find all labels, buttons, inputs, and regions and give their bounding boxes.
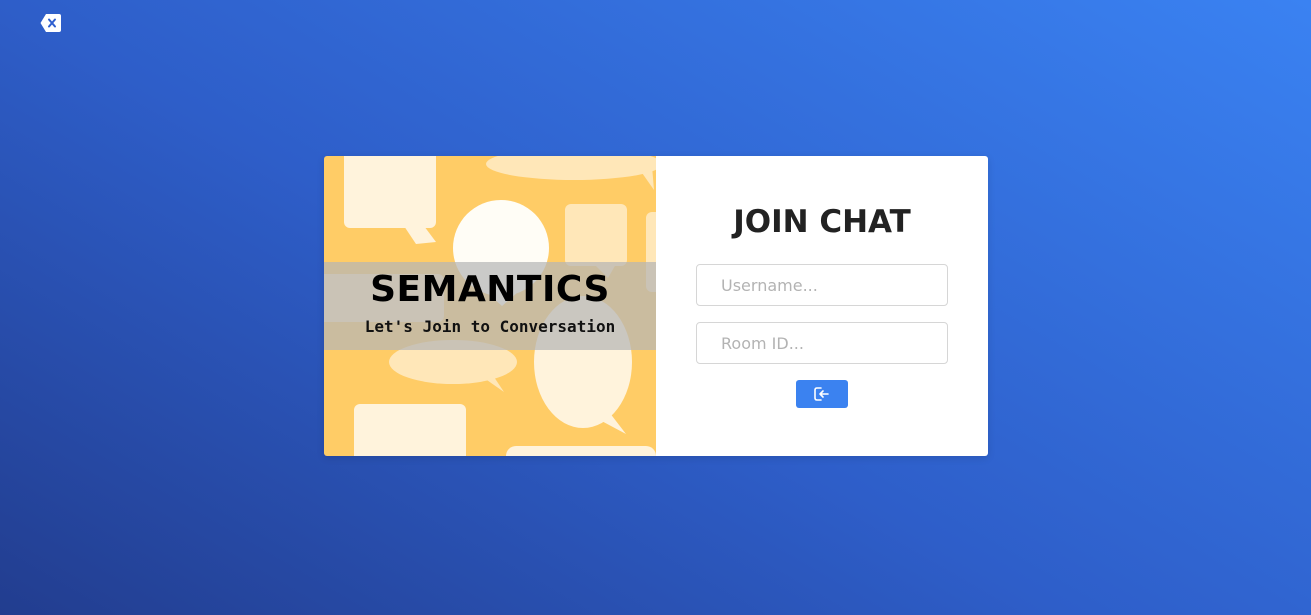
backspace-x-icon (40, 14, 61, 32)
join-card: SEMANTICS Let's Join to Conversation JOI… (324, 156, 988, 456)
join-button[interactable] (796, 380, 848, 408)
close-button[interactable] (40, 13, 62, 33)
sign-in-icon (814, 387, 829, 401)
brand-panel: SEMANTICS Let's Join to Conversation (324, 156, 656, 456)
username-input[interactable] (696, 264, 948, 306)
brand-subtitle: Let's Join to Conversation (364, 317, 616, 336)
brand-banner: SEMANTICS Let's Join to Conversation (324, 262, 656, 350)
room-id-input[interactable] (696, 322, 948, 364)
brand-title: SEMANTICS (370, 269, 610, 310)
join-form-panel: JOIN CHAT (656, 156, 988, 456)
join-chat-title: JOIN CHAT (733, 204, 911, 240)
